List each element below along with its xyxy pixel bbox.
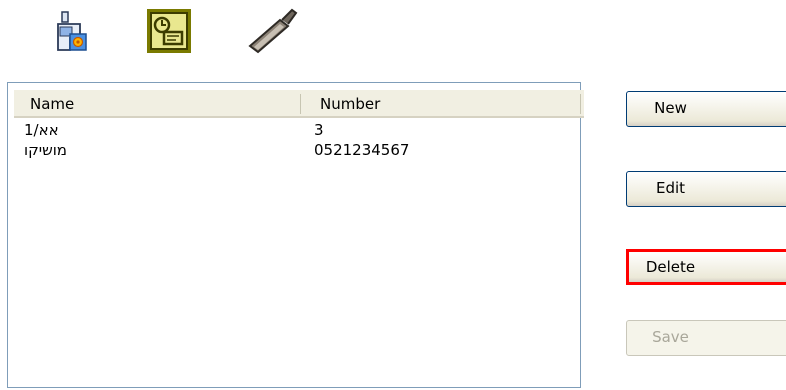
column-header-name[interactable]: Name: [30, 95, 74, 113]
new-button[interactable]: New: [626, 91, 786, 127]
contacts-card-icon[interactable]: [146, 8, 192, 54]
contact-number: 0521234567: [314, 141, 410, 159]
save-button: Save: [626, 320, 786, 356]
contacts-list[interactable]: Name Number אא/1 3 מושיקו 0521234567: [7, 82, 584, 388]
edit-button[interactable]: Edit: [626, 171, 786, 207]
contact-name: אא/1: [24, 121, 59, 139]
list-item[interactable]: מושיקו 0521234567: [24, 141, 564, 161]
contact-name: מושיקו: [24, 141, 67, 159]
mobile-phone-icon[interactable]: [244, 6, 304, 56]
list-header: Name Number: [14, 90, 584, 118]
column-header-number[interactable]: Number: [320, 95, 380, 113]
column-separator[interactable]: [580, 94, 581, 114]
list-item[interactable]: אא/1 3: [24, 121, 564, 141]
contact-number: 3: [314, 121, 324, 139]
phone-settings-icon[interactable]: [52, 10, 94, 52]
delete-button[interactable]: Delete: [626, 249, 786, 285]
column-separator[interactable]: [300, 94, 301, 114]
